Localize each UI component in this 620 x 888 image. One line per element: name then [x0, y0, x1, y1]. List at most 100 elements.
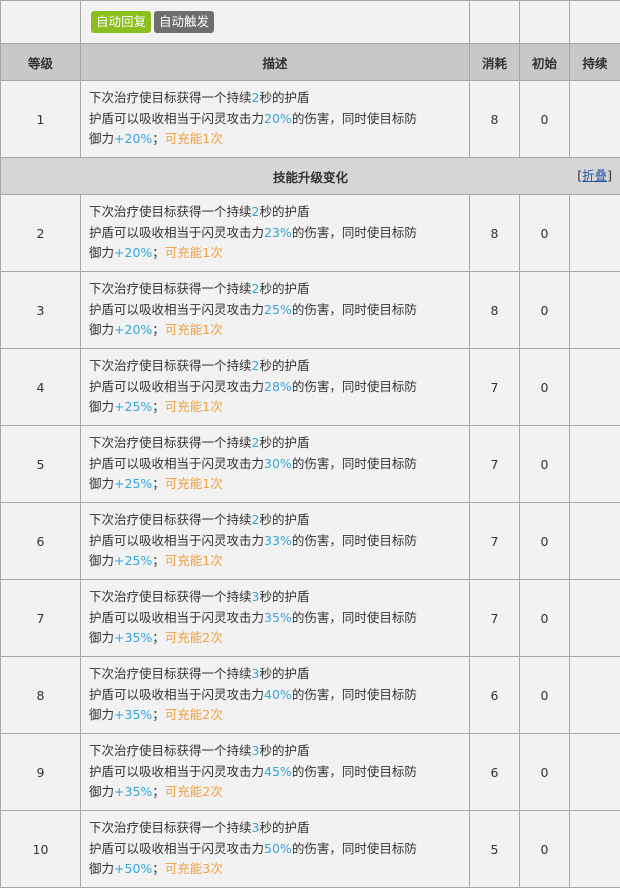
desc-cell: 下次治疗使目标获得一个持续3秒的护盾 护盾可以吸收相当于闪灵攻击力45%的伤害，同… [80, 733, 470, 811]
header-level: 等级 [0, 43, 81, 81]
defense-value: +20% [114, 131, 153, 147]
table-row: 6 下次治疗使目标获得一个持续2秒的护盾 护盾可以吸收相当于闪灵攻击力33%的伤害… [0, 502, 620, 580]
percent-value: 45% [264, 763, 292, 779]
charge-text: 可充能1次 [164, 476, 223, 492]
skill-tags: 自动回复 自动触发 [80, 0, 470, 44]
header-desc: 描述 [80, 43, 470, 81]
initial-cell: 0 [519, 502, 570, 580]
defense-value: +25% [114, 476, 153, 492]
defense-value: +25% [114, 399, 153, 415]
level-cell: 5 [0, 425, 81, 503]
percent-value: 33% [264, 532, 292, 548]
skill-tags-row: 自动回复 自动触发 [0, 0, 620, 44]
header-cost: 消耗 [469, 43, 520, 81]
initial-cell: 0 [519, 194, 570, 272]
level-cell: 6 [0, 502, 81, 580]
charge-text: 可充能1次 [164, 399, 223, 415]
desc-cell: 下次治疗使目标获得一个持续2秒的护盾 护盾可以吸收相当于闪灵攻击力23%的伤害，同… [80, 194, 470, 272]
level-cell: 2 [0, 194, 81, 272]
initial-cell: 0 [519, 271, 570, 349]
table-row: 9 下次治疗使目标获得一个持续3秒的护盾 护盾可以吸收相当于闪灵攻击力45%的伤害… [0, 733, 620, 811]
percent-value: 35% [264, 609, 292, 625]
charge-text: 可充能2次 [164, 707, 223, 723]
defense-value: +35% [114, 707, 153, 723]
initial-cell: 0 [519, 348, 570, 426]
desc-cell: 下次治疗使目标获得一个持续3秒的护盾 护盾可以吸收相当于闪灵攻击力40%的伤害，同… [80, 656, 470, 734]
duration-cell [569, 810, 620, 888]
fold-link[interactable]: 折叠 [582, 168, 607, 183]
percent-value: 20% [264, 110, 292, 126]
header-initial: 初始 [519, 43, 570, 81]
percent-value: 28% [264, 378, 292, 394]
duration-cell [569, 80, 620, 158]
table-row: 4 下次治疗使目标获得一个持续2秒的护盾 护盾可以吸收相当于闪灵攻击力28%的伤害… [0, 348, 620, 426]
table-row: 1 下次治疗使目标获得一个持续2秒的护盾 护盾可以吸收相当于闪灵攻击力20%的伤害… [0, 80, 620, 158]
cost-cell: 7 [469, 502, 520, 580]
cost-cell: 7 [469, 348, 520, 426]
initial-cell: 0 [519, 579, 570, 657]
cost-cell: 8 [469, 271, 520, 349]
table-row: 7 下次治疗使目标获得一个持续3秒的护盾 护盾可以吸收相当于闪灵攻击力35%的伤害… [0, 579, 620, 657]
level-cell: 3 [0, 271, 81, 349]
level-cell: 4 [0, 348, 81, 426]
duration-cell [569, 733, 620, 811]
tag-auto-recovery: 自动回复 [91, 11, 152, 33]
charge-text: 可充能2次 [164, 784, 223, 800]
desc-cell: 下次治疗使目标获得一个持续2秒的护盾 护盾可以吸收相当于闪灵攻击力20%的伤害，同… [80, 80, 470, 158]
percent-value: 40% [264, 686, 292, 702]
defense-value: +20% [114, 245, 153, 261]
percent-value: 23% [264, 224, 292, 240]
desc-cell: 下次治疗使目标获得一个持续2秒的护盾 护盾可以吸收相当于闪灵攻击力33%的伤害，同… [80, 502, 470, 580]
duration-cell [569, 348, 620, 426]
fold-control: [折叠] [577, 168, 612, 183]
percent-value: 50% [264, 840, 292, 856]
duration-cell [569, 425, 620, 503]
level-cell: 1 [0, 80, 81, 158]
cost-cell: 8 [469, 80, 520, 158]
defense-value: +35% [114, 784, 153, 800]
initial-cell: 0 [519, 656, 570, 734]
upgrade-section-row: 技能升级变化 [折叠] [0, 157, 620, 195]
section-title: 技能升级变化 [272, 169, 348, 185]
cost-cell: 6 [469, 656, 520, 734]
table-row: 3 下次治疗使目标获得一个持续2秒的护盾 护盾可以吸收相当于闪灵攻击力25%的伤害… [0, 271, 620, 349]
cost-cell: 6 [469, 733, 520, 811]
desc-cell: 下次治疗使目标获得一个持续3秒的护盾 护盾可以吸收相当于闪灵攻击力35%的伤害，同… [80, 579, 470, 657]
desc-cell: 下次治疗使目标获得一个持续2秒的护盾 护盾可以吸收相当于闪灵攻击力30%的伤害，同… [80, 425, 470, 503]
desc-cell: 下次治疗使目标获得一个持续2秒的护盾 护盾可以吸收相当于闪灵攻击力28%的伤害，同… [80, 348, 470, 426]
duration-cell [569, 271, 620, 349]
defense-value: +25% [114, 553, 153, 569]
duration-cell [569, 194, 620, 272]
tag-auto-trigger: 自动触发 [154, 11, 215, 33]
level-cell: 7 [0, 579, 81, 657]
header-duration: 持续 [569, 43, 620, 81]
skill-table: 自动回复 自动触发 等级 描述 消耗 初始 持续 1 下次治疗使目标获得一个持续2… [0, 0, 620, 888]
cost-cell: 5 [469, 810, 520, 888]
defense-value: +35% [114, 630, 153, 646]
level-cell: 8 [0, 656, 81, 734]
charge-text: 可充能3次 [164, 861, 223, 877]
duration-cell [569, 656, 620, 734]
desc-cell: 下次治疗使目标获得一个持续2秒的护盾 护盾可以吸收相当于闪灵攻击力25%的伤害，同… [80, 271, 470, 349]
level-cell: 10 [0, 810, 81, 888]
percent-value: 30% [264, 455, 292, 471]
charge-text: 可充能2次 [164, 630, 223, 646]
initial-cell: 0 [519, 80, 570, 158]
initial-cell: 0 [519, 810, 570, 888]
table-row: 10 下次治疗使目标获得一个持续3秒的护盾 护盾可以吸收相当于闪灵攻击力50%的伤… [0, 810, 620, 888]
cost-cell: 7 [469, 425, 520, 503]
desc-cell: 下次治疗使目标获得一个持续3秒的护盾 护盾可以吸收相当于闪灵攻击力50%的伤害，同… [80, 810, 470, 888]
charge-text: 可充能1次 [164, 131, 223, 147]
cost-cell: 8 [469, 194, 520, 272]
percent-value: 25% [264, 301, 292, 317]
initial-cell: 0 [519, 425, 570, 503]
charge-text: 可充能1次 [164, 553, 223, 569]
duration-cell [569, 579, 620, 657]
charge-text: 可充能1次 [164, 322, 223, 338]
defense-value: +20% [114, 322, 153, 338]
table-row: 2 下次治疗使目标获得一个持续2秒的护盾 护盾可以吸收相当于闪灵攻击力23%的伤害… [0, 194, 620, 272]
duration-cell [569, 502, 620, 580]
table-row: 8 下次治疗使目标获得一个持续3秒的护盾 护盾可以吸收相当于闪灵攻击力40%的伤害… [0, 656, 620, 734]
level-cell: 9 [0, 733, 81, 811]
defense-value: +50% [114, 861, 153, 877]
